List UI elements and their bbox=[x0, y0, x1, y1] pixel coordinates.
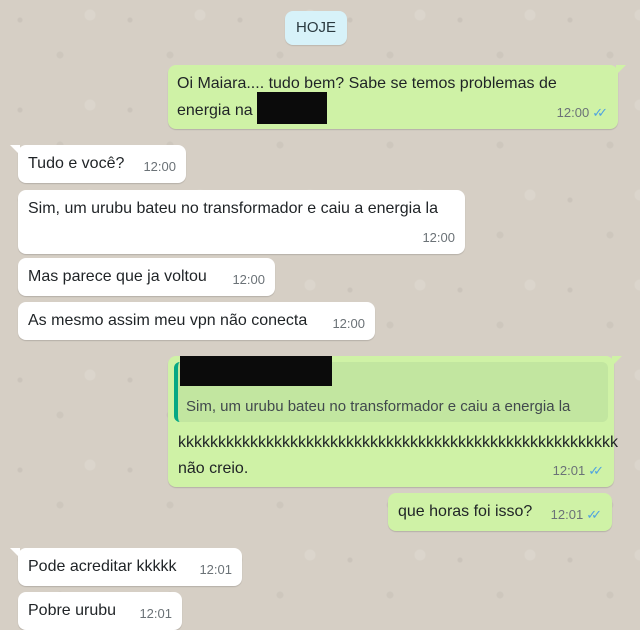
redacted-block bbox=[180, 356, 332, 386]
message-time: 12:00 bbox=[556, 105, 590, 120]
message-bubble-outgoing[interactable]: Oi Maiara.... tudo bem? Sabe se temos pr… bbox=[168, 65, 626, 129]
message-time: 12:01 bbox=[139, 606, 172, 621]
message-text: Sim, um urubu bateu no transformador e c… bbox=[28, 200, 439, 217]
message-bubble-outgoing-reply[interactable]: Sim, um urubu bateu no transformador e c… bbox=[168, 356, 622, 487]
message-time: 12:00 bbox=[332, 316, 365, 331]
message-bubble-incoming[interactable]: Tudo e você? 12:00 bbox=[10, 145, 186, 183]
message-text: energia na bbox=[177, 101, 253, 119]
message-time: 12:00 bbox=[422, 230, 455, 245]
message-time: 12:00 bbox=[232, 272, 265, 287]
message-bubble-incoming[interactable]: As mesmo assim meu vpn não conecta 12:00 bbox=[18, 302, 375, 340]
message-text: Mas parece que ja voltou bbox=[28, 268, 207, 285]
quoted-text: Sim, um urubu bateu no transformador e c… bbox=[186, 398, 571, 415]
message-time: 12:01 bbox=[550, 507, 584, 522]
message-bubble-outgoing[interactable]: que horas foi isso? 12:01 ✓✓ bbox=[388, 493, 612, 531]
message-meta: 12:01 ✓✓ bbox=[551, 502, 602, 527]
double-check-icon: ✓✓ bbox=[592, 105, 608, 120]
date-separator: HOJE bbox=[285, 11, 347, 45]
message-text: As mesmo assim meu vpn não conecta bbox=[28, 312, 308, 329]
message-time: 12:01 bbox=[199, 562, 232, 577]
redacted-block bbox=[256, 92, 327, 124]
message-time: 12:01 bbox=[552, 463, 586, 478]
message-bubble-incoming[interactable]: Mas parece que ja voltou 12:00 bbox=[18, 258, 275, 296]
double-check-icon: ✓✓ bbox=[588, 463, 604, 478]
message-time: 12:00 bbox=[143, 159, 176, 174]
message-text: kkkkkkkkkkkkkkkkkkkkkkkkkkkkkkkkkkkkkkkk… bbox=[178, 434, 618, 451]
message-bubble-incoming[interactable]: Pode acreditar kkkkk 12:01 bbox=[10, 548, 242, 586]
double-check-icon: ✓✓ bbox=[586, 507, 602, 522]
message-meta: 12:00 ✓✓ bbox=[557, 100, 608, 125]
message-bubble-incoming[interactable]: Sim, um urubu bateu no transformador e c… bbox=[18, 190, 465, 254]
message-text: Oi Maiara.... tudo bem? Sabe se temos pr… bbox=[177, 75, 557, 92]
message-meta: 12:01 ✓✓ bbox=[553, 458, 604, 483]
reply-quote[interactable]: Sim, um urubu bateu no transformador e c… bbox=[174, 356, 608, 422]
message-bubble-incoming[interactable]: Pobre urubu 12:01 bbox=[18, 592, 182, 630]
